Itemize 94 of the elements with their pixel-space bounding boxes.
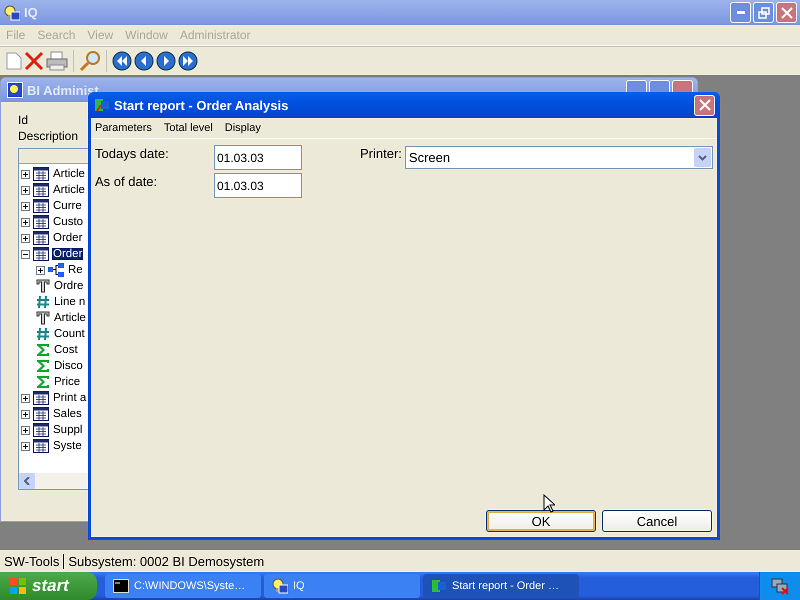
tree-item[interactable]: Article [52, 168, 86, 180]
expand-icon[interactable] [36, 266, 45, 274]
field-label: Id [18, 112, 28, 128]
close-button[interactable] [776, 2, 797, 23]
table-icon [33, 407, 49, 421]
search-icon[interactable] [79, 50, 101, 72]
taskbar-button[interactable]: C:\WINDOWS\Syste… [105, 574, 261, 598]
dialog-title: Start report - Order Analysis [114, 98, 288, 112]
tree-item[interactable]: Order [52, 232, 84, 244]
lightbulb-icon [272, 578, 288, 594]
expand-icon[interactable] [21, 202, 30, 210]
console-icon [113, 579, 129, 593]
table-icon [33, 231, 49, 245]
table-icon [33, 183, 49, 197]
hash-icon [36, 295, 50, 309]
taskbar-button[interactable]: IQ [264, 574, 420, 598]
table-icon [33, 423, 49, 437]
expand-icon[interactable] [21, 394, 30, 402]
expand-icon[interactable] [21, 170, 30, 178]
tree-item[interactable]: Suppl [52, 424, 84, 436]
date-field[interactable]: 01.03.03 [214, 173, 302, 198]
tree-item[interactable]: Ordre [53, 280, 84, 292]
date-field[interactable]: 01.03.03 [214, 145, 302, 170]
sigma-icon [36, 343, 50, 357]
menu-item[interactable]: Display [224, 122, 261, 134]
table-icon [33, 215, 49, 229]
lightbulb-icon [4, 4, 20, 20]
table-icon [33, 439, 49, 453]
letter-t-icon [36, 279, 50, 293]
table-icon [33, 199, 49, 213]
tree-item[interactable]: Article [53, 312, 87, 324]
tree-item[interactable]: Re [67, 264, 84, 276]
close-button[interactable] [694, 94, 715, 116]
sigma-icon [36, 375, 50, 389]
tree-item[interactable]: Syste [52, 440, 83, 452]
status-text: SW-Tools [0, 554, 64, 568]
tree-item[interactable]: Line n [53, 296, 86, 308]
printer-icon[interactable] [46, 51, 68, 71]
expand-icon[interactable] [21, 218, 30, 226]
expand-icon[interactable] [21, 442, 30, 450]
close-icon [698, 99, 710, 111]
restore-icon [758, 6, 770, 18]
expand-icon[interactable] [21, 410, 30, 418]
tree-item[interactable]: Disco [53, 360, 84, 372]
table-icon [33, 247, 49, 261]
ok-button[interactable]: OK [486, 510, 596, 532]
taskbar-button[interactable]: Start report - Order … [423, 574, 579, 598]
report-icon [94, 97, 110, 113]
lightbulb-icon [7, 82, 23, 98]
field-label: Todays date: [95, 145, 170, 161]
scroll-left-button[interactable] [19, 473, 35, 489]
tree-item[interactable]: Cost [53, 344, 79, 356]
expand-icon[interactable] [21, 426, 30, 434]
tree-item[interactable]: Article [52, 184, 86, 196]
expand-icon[interactable] [21, 234, 30, 242]
tree-item[interactable]: Curre [52, 200, 83, 212]
delete-icon[interactable] [24, 51, 44, 71]
minimize-button[interactable] [730, 2, 751, 23]
field-label: Description [18, 128, 78, 144]
last-icon[interactable] [178, 51, 198, 71]
start-button[interactable]: start [0, 572, 97, 600]
network-icon[interactable] [771, 577, 789, 595]
tree-item[interactable]: Print a [52, 392, 88, 404]
cancel-button[interactable]: Cancel [602, 510, 712, 532]
first-icon[interactable] [112, 51, 132, 71]
windows-flag-icon [9, 577, 27, 595]
status-text: Subsystem: 0002 BI Demosystem [67, 554, 266, 568]
next-icon[interactable] [156, 51, 176, 71]
restore-button[interactable] [753, 2, 774, 23]
previous-icon[interactable] [134, 51, 154, 71]
mouse-pointer-icon [543, 494, 555, 513]
tree-item[interactable]: Count [53, 328, 86, 340]
tree-item[interactable]: Order [52, 248, 84, 260]
report-icon [431, 578, 447, 594]
close-icon [780, 6, 792, 18]
menu-item[interactable]: Parameters [95, 122, 152, 134]
hierarchy-icon [48, 263, 64, 277]
tree-item[interactable]: Sales [52, 408, 83, 420]
field-label: As of date: [95, 173, 158, 189]
field-label: Printer: [360, 145, 402, 161]
tree-item[interactable]: Custo [52, 216, 84, 228]
table-icon [33, 391, 49, 405]
table-icon [33, 167, 49, 181]
letter-t-icon [36, 311, 50, 325]
new-document-icon[interactable] [6, 52, 22, 70]
hash-icon [36, 327, 50, 341]
minimize-icon [736, 11, 744, 14]
sigma-icon [36, 359, 50, 373]
menu-item[interactable]: Total level [164, 122, 213, 134]
expand-icon[interactable] [21, 186, 30, 194]
window-title: IQ [24, 5, 38, 20]
collapse-icon[interactable] [21, 250, 30, 258]
tree-item[interactable]: Price [53, 376, 82, 388]
printer-dropdown[interactable]: Screen [404, 146, 713, 169]
